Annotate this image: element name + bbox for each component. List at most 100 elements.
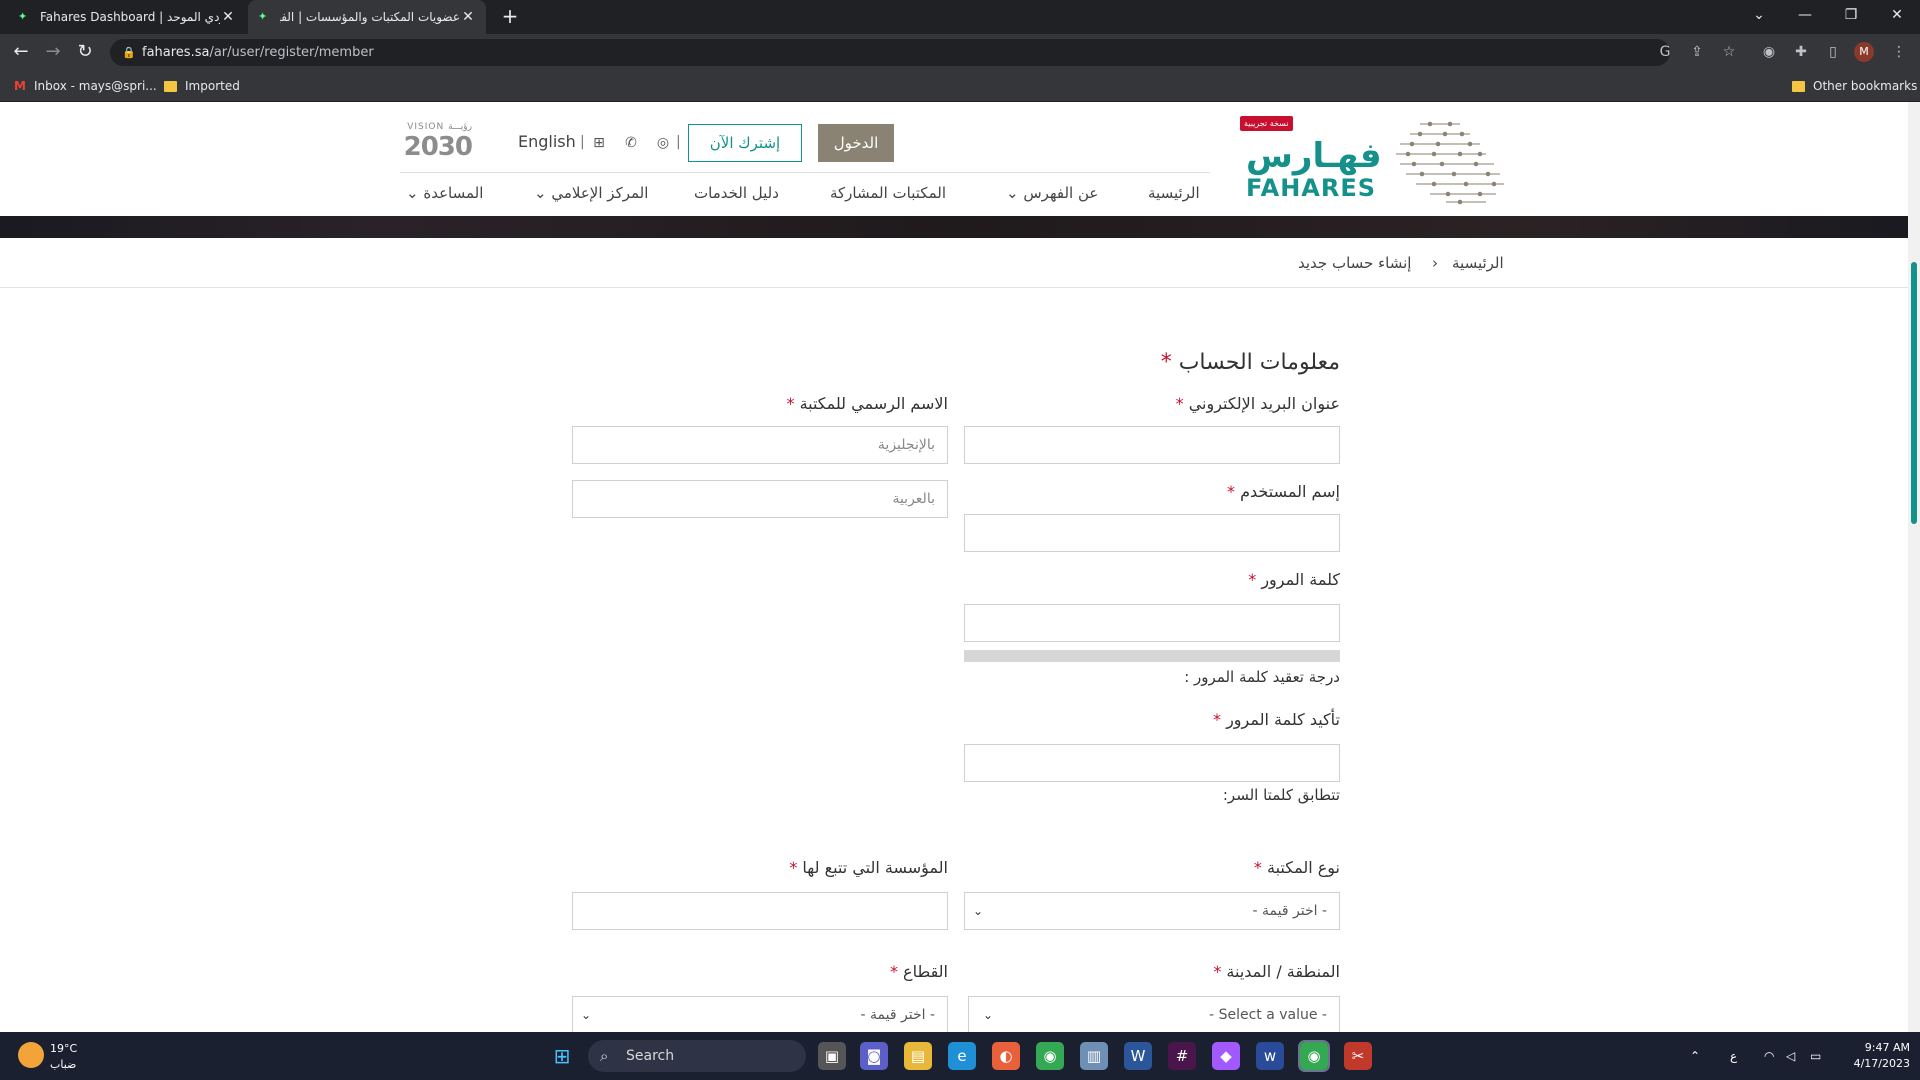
scrollbar-thumb[interactable] <box>1911 262 1917 524</box>
teams-chat-icon[interactable]: ◙ <box>860 1042 888 1070</box>
profile-avatar[interactable]: M <box>1854 42 1874 62</box>
url-host: fahares.sa <box>142 45 210 60</box>
nav-home[interactable]: الرئيسية <box>1148 184 1200 202</box>
confirm-password-label: تأكيد كلمة المرور * <box>1120 710 1340 729</box>
password-match-label: تتطابق كلمتا السر: <box>1222 786 1340 804</box>
email-label-text: عنوان البريد الإلكتروني <box>1188 394 1340 413</box>
battery-icon[interactable]: ▭ <box>1810 1032 1821 1080</box>
browser-tab-active[interactable]: ✦ عضويات المكتبات والمؤسسات | الفهرس ✕ <box>248 0 486 34</box>
side-panel-icon[interactable]: ▯ <box>1820 40 1846 64</box>
password-field[interactable] <box>964 604 1340 642</box>
accessibility-eye-icon[interactable]: ◎ <box>652 132 674 154</box>
select-value: - اختر قيمة - <box>860 1007 935 1023</box>
login-button[interactable]: الدخول <box>818 124 894 162</box>
email-field[interactable] <box>964 426 1340 464</box>
english-language-link[interactable]: English <box>518 132 576 151</box>
library-name-arabic-input[interactable]: بالعربية <box>572 480 948 518</box>
volume-muted-icon[interactable]: ◁ <box>1786 1032 1795 1080</box>
bookmark-imported[interactable]: Imported <box>164 77 240 95</box>
bookmark-star-icon[interactable]: ☆ <box>1716 40 1742 64</box>
library-type-select[interactable]: - اختر قيمة - ⌄ <box>964 892 1340 930</box>
institution-label-text: المؤسسة التي تتبع لها <box>802 858 948 877</box>
nav-about-label: عن الفهرس <box>1023 184 1099 202</box>
folder-icon <box>164 80 177 92</box>
institution-label: المؤسسة التي تتبع لها * <box>700 858 948 877</box>
required-mark: * <box>1248 570 1257 589</box>
back-icon[interactable]: ← <box>8 40 34 64</box>
minimize-icon[interactable]: — <box>1782 0 1828 30</box>
close-tab-icon[interactable]: ✕ <box>220 9 236 25</box>
nav-about[interactable]: عن الفهرس ⌄ <box>1006 184 1098 202</box>
weather-desc: ضباب <box>50 1058 77 1071</box>
restore-icon[interactable]: ❐ <box>1828 0 1874 30</box>
username-field[interactable] <box>964 514 1340 552</box>
chrome-icon[interactable]: ◉ <box>1036 1042 1064 1070</box>
confirm-password-field[interactable] <box>964 744 1340 782</box>
divider: | <box>676 134 681 150</box>
divider: | <box>580 134 585 150</box>
region-label: المنطقة / المدينة * <box>1120 962 1340 981</box>
slack-icon[interactable]: # <box>1168 1042 1196 1070</box>
library-type-label-text: نوع المكتبة <box>1267 858 1340 877</box>
nav-media[interactable]: المركز الإعلامي ⌄ <box>534 184 648 202</box>
address-bar[interactable]: 🔒 fahares.sa/ar/user/register/member <box>110 39 1670 66</box>
breadcrumb-home[interactable]: الرئيسية <box>1452 254 1504 272</box>
tab-title: Fahares Dashboard | الفهرس العربي السعود… <box>40 10 220 24</box>
snipping-tool-icon[interactable]: ✂ <box>1344 1042 1372 1070</box>
other-bookmarks[interactable]: Other bookmarks <box>1792 77 1917 95</box>
figma-icon[interactable]: ◆ <box>1212 1042 1240 1070</box>
sector-label: القطاع * <box>700 962 948 981</box>
library-name-english-input[interactable]: بالإنجليزية <box>572 426 948 464</box>
bookmark-label: Imported <box>185 79 240 93</box>
webex-icon[interactable]: w <box>1256 1042 1284 1070</box>
extension-icon[interactable]: ◉ <box>1756 40 1782 64</box>
tab-title: عضويات المكتبات والمؤسسات | الفهرس <box>280 10 460 24</box>
firefox-icon[interactable]: ◐ <box>992 1042 1020 1070</box>
sitemap-icon[interactable]: ⊞ <box>588 132 610 154</box>
nav-libraries[interactable]: المكتبات المشاركة <box>830 184 946 202</box>
system-clock[interactable]: 9:47 AM 4/17/2023 <box>1840 1040 1910 1072</box>
close-window-icon[interactable]: ✕ <box>1874 0 1920 30</box>
required-mark: * <box>789 858 798 877</box>
search-label: Search <box>626 1048 675 1064</box>
fahares-logo[interactable]: نسخة تجريبية فهـارس FAHARES <box>1240 116 1510 208</box>
nav-help[interactable]: المساعدة ⌄ <box>406 184 483 202</box>
phone-icon[interactable]: ✆ <box>620 132 642 154</box>
required-mark: * <box>1212 710 1221 729</box>
task-view-icon[interactable]: ▣ <box>818 1042 846 1070</box>
nav-services[interactable]: دليل الخدمات <box>694 184 779 202</box>
input-language[interactable]: ع <box>1730 1032 1737 1080</box>
required-mark: * <box>1175 394 1184 413</box>
close-tab-icon[interactable]: ✕ <box>460 9 476 25</box>
institution-field[interactable] <box>572 892 948 930</box>
wifi-icon[interactable]: ◠ <box>1764 1032 1774 1080</box>
browser-tab[interactable]: ✦ Fahares Dashboard | الفهرس العربي السع… <box>8 0 246 34</box>
menu-kebab-icon[interactable]: ⋮ <box>1886 40 1912 64</box>
tray-chevron-icon[interactable]: ⌃ <box>1690 1032 1700 1080</box>
windows-start-icon[interactable]: ⊞ <box>548 1042 576 1070</box>
forward-icon[interactable]: → <box>40 40 66 64</box>
word-icon[interactable]: W <box>1124 1042 1152 1070</box>
new-tab-button[interactable]: + <box>498 6 522 28</box>
bookmarks-bar: M Inbox - mays@spri... Imported Other bo… <box>0 70 1920 102</box>
web-page: نسخة تجريبية فهـارس FAHARES الدخول إشترك… <box>0 102 1908 1032</box>
taskbar-search[interactable]: ⌕ Search <box>588 1040 806 1072</box>
chevron-down-icon: ⌄ <box>534 184 547 202</box>
reload-icon[interactable]: ↻ <box>72 40 98 64</box>
google-icon[interactable]: G <box>1652 40 1678 64</box>
region-select[interactable]: - Select a value - ⌄ <box>968 996 1340 1032</box>
page-scrollbar[interactable] <box>1908 102 1920 1032</box>
share-icon[interactable]: ⇪ <box>1684 40 1710 64</box>
chrome-active-icon[interactable]: ◉ <box>1298 1040 1330 1072</box>
notepad-icon[interactable]: ▥ <box>1080 1042 1108 1070</box>
subscribe-button[interactable]: إشترك الآن <box>688 124 802 162</box>
vision-label: VISION رؤيـــة <box>407 122 472 132</box>
chevron-left-icon: ‹ <box>1432 254 1438 272</box>
file-explorer-icon[interactable]: ▤ <box>904 1042 932 1070</box>
edge-icon[interactable]: e <box>948 1042 976 1070</box>
chevron-down-icon: ⌄ <box>406 184 419 202</box>
tab-search-icon[interactable]: ⌄ <box>1736 0 1782 30</box>
extensions-puzzle-icon[interactable]: ✚ <box>1788 40 1814 64</box>
bookmark-inbox[interactable]: M Inbox - mays@spri... <box>14 77 157 95</box>
sector-select[interactable]: - اختر قيمة - ⌄ <box>572 996 948 1032</box>
